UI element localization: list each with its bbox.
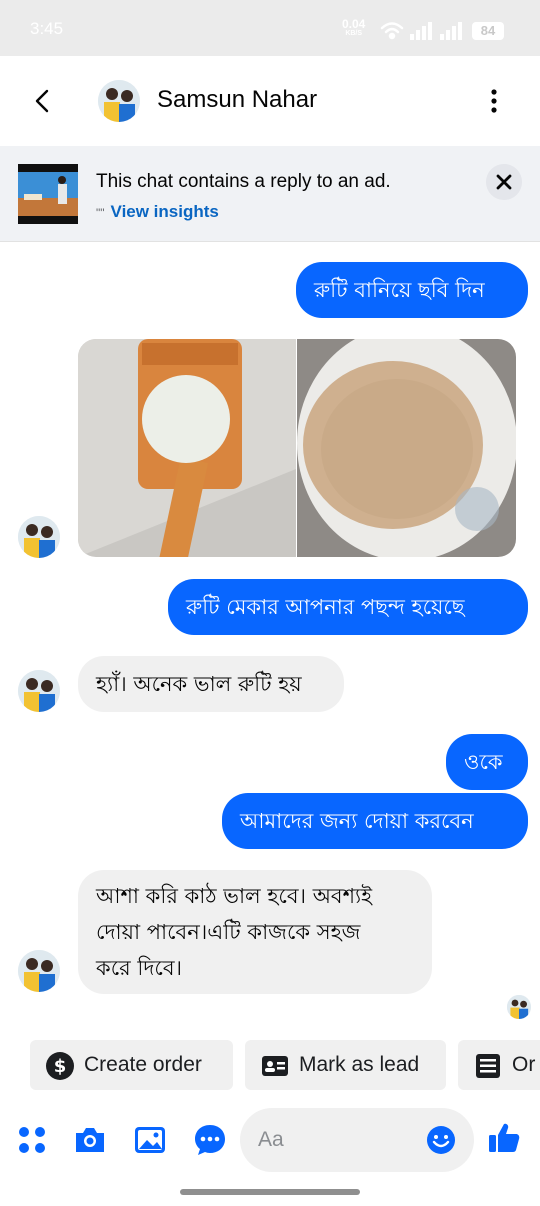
message-bubble-outgoing[interactable]: রুটি বানিয়ে ছবি দিন	[296, 262, 528, 318]
list-icon	[476, 1054, 500, 1078]
chat-header: Samsun Nahar	[0, 56, 540, 146]
sender-avatar	[18, 670, 60, 712]
message-line: আশা করি কাঠ ভাল হবে। অবশ্যই	[96, 884, 373, 908]
message-line: দোয়া পাবেন।এটি কাজকে সহজ	[96, 920, 361, 944]
message-bubble-outgoing[interactable]: আমাদের জন্য দোয়া করবেন	[222, 793, 528, 849]
mark-as-lead-button[interactable]: Mark as lead	[245, 1040, 446, 1090]
sender-avatar	[18, 516, 60, 558]
message-bubble-incoming[interactable]: হ্যাঁ। অনেক ভাল রুটি হয়	[78, 656, 344, 712]
more-options-icon[interactable]	[484, 86, 504, 116]
sender-avatar	[18, 950, 60, 992]
battery-icon: 84	[472, 22, 504, 40]
cell-signal-icon	[410, 22, 462, 40]
back-arrow-icon[interactable]	[28, 84, 58, 118]
network-speed: 0.04 KB/S	[342, 18, 365, 38]
message-input-placeholder: Aa	[258, 1128, 284, 1151]
message-line: করে দিবে।	[96, 956, 183, 980]
message-bubble-outgoing[interactable]: রুটি মেকার আপনার পছন্দ হয়েছে	[168, 579, 528, 635]
message-photo[interactable]	[297, 339, 516, 557]
status-time: 3:45	[30, 19, 64, 38]
view-insights-label: View insights	[110, 202, 219, 221]
contact-card-icon	[262, 1056, 288, 1076]
more-quick-action-label: Or	[512, 1053, 536, 1076]
gallery-icon[interactable]	[132, 1122, 168, 1158]
wifi-icon	[380, 22, 404, 40]
close-icon[interactable]	[486, 164, 522, 200]
camera-icon[interactable]	[72, 1122, 108, 1158]
message-bubble-incoming[interactable]: আশা করি কাঠ ভাল হবে। অবশ্যই দোয়া পাবেন।…	[78, 870, 432, 994]
view-insights-link[interactable]: "" View insights	[96, 202, 219, 222]
message-bubble-outgoing[interactable]: ওকে	[446, 734, 528, 790]
more-quick-action-button[interactable]: Or	[458, 1040, 540, 1090]
create-order-label: Create order	[84, 1053, 202, 1076]
emoji-icon[interactable]	[426, 1125, 456, 1155]
mark-as-lead-label: Mark as lead	[299, 1053, 420, 1076]
seen-receipt-avatar	[507, 995, 531, 1019]
apps-grid-icon[interactable]	[14, 1122, 50, 1158]
contact-name[interactable]: Samsun Nahar	[157, 86, 317, 114]
contact-avatar[interactable]	[98, 80, 140, 122]
quote-icon: ""	[96, 206, 105, 220]
ad-reply-banner: This chat contains a reply to an ad. "" V…	[0, 146, 540, 242]
ad-banner-title: This chat contains a reply to an ad.	[96, 171, 391, 192]
message-photo[interactable]	[78, 339, 296, 557]
create-order-button[interactable]: $ Create order	[30, 1040, 233, 1090]
svg-text:$: $	[54, 1056, 67, 1077]
dollar-icon: $	[46, 1052, 74, 1080]
status-bar: 3:45 0.04 KB/S 84	[0, 0, 540, 56]
message-input[interactable]: Aa	[240, 1108, 474, 1172]
thumbs-up-icon[interactable]	[486, 1120, 522, 1156]
home-indicator	[180, 1189, 360, 1195]
ad-thumbnail[interactable]	[18, 164, 78, 224]
network-speed-unit: KB/S	[345, 30, 363, 37]
chat-bubble-icon[interactable]	[192, 1122, 228, 1158]
signal-icons	[380, 22, 462, 40]
